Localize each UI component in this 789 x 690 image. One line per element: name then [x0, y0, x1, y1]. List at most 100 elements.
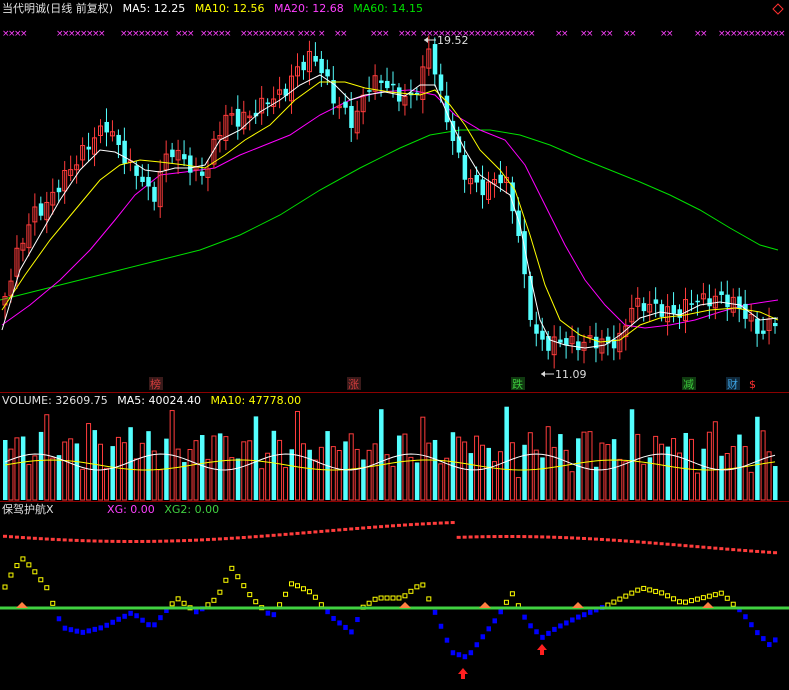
event-marker-zhang[interactable]: 涨	[347, 377, 361, 391]
indicator-signal-triangle	[399, 602, 411, 608]
volume-bar	[748, 471, 754, 501]
indicator-bar	[570, 617, 575, 623]
indicator-bar	[468, 650, 474, 656]
event-marker-label: 减	[683, 378, 694, 391]
indicator-bar	[253, 599, 259, 605]
indicator-bar	[503, 599, 509, 605]
signal-cross-row: ×××× ×××××××× ×××××××× ××× ××××× ××××××××× ×××…	[2, 29, 786, 39]
volume-bar	[229, 457, 235, 501]
indicator-bar	[486, 626, 492, 632]
indicator-bar	[611, 599, 617, 605]
candle-body	[170, 149, 175, 158]
event-marker-bang[interactable]: 榜	[149, 377, 163, 391]
indicator-bar	[706, 593, 712, 599]
cross-mark-icon: ×	[586, 29, 594, 39]
cross-mark-icon: ×	[666, 29, 674, 39]
high-price-label: 19.52	[437, 34, 469, 47]
indicator-bar	[480, 634, 486, 640]
indicator-bar	[50, 600, 56, 606]
volume-bar	[522, 444, 527, 500]
candle-body	[56, 187, 62, 193]
event-marker-die[interactable]: 跌	[511, 377, 525, 391]
indicator-band-segment	[647, 541, 652, 545]
indicator-band-segment	[313, 530, 318, 534]
event-marker-dollar[interactable]: $	[749, 378, 756, 391]
indicator-bar	[647, 587, 653, 593]
candle-body	[188, 155, 193, 173]
indicator-bar	[337, 620, 342, 626]
indicator-band-segment	[355, 526, 360, 530]
indicator-bar	[528, 623, 533, 629]
indicator-bar	[235, 574, 241, 580]
cross-mark-icon: ×	[20, 29, 28, 39]
volume-bar	[766, 451, 772, 501]
candle-body	[265, 102, 271, 105]
indicator-band-segment	[188, 538, 193, 542]
indicator-band-segment	[104, 539, 109, 543]
indicator-bar	[355, 617, 360, 623]
indicator-band-segment	[74, 538, 79, 542]
indicator-band-segment	[492, 535, 497, 539]
indicator-band-segment	[331, 528, 336, 532]
indicator-signal-triangle	[479, 602, 491, 608]
cross-mark-icon: ×	[410, 29, 418, 39]
indicator-band-segment	[498, 535, 503, 539]
diamond-icon[interactable]	[772, 3, 784, 15]
candle-body	[725, 294, 730, 308]
indicator-bar	[509, 591, 515, 597]
indicator-band-segment	[26, 536, 31, 540]
volume-bar	[307, 449, 312, 500]
indicator-signal-triangle	[16, 602, 28, 608]
volume-bar	[497, 451, 503, 501]
indicator-bar	[181, 600, 187, 606]
chart-canvas[interactable]: ×××× ×××××××× ×××××××× ××× ××××× ××××××××× ×××…	[0, 0, 789, 690]
indicator-band-segment	[576, 536, 581, 540]
indicator-band-segment	[56, 538, 61, 542]
indicator-band-segment	[743, 549, 748, 553]
indicator-band-segment	[426, 522, 431, 526]
indicator-bar	[682, 599, 688, 605]
indicator-band-segment	[38, 537, 43, 541]
event-marker-jian[interactable]: 减	[682, 377, 696, 391]
indicator-bar	[20, 556, 26, 562]
cross-mark-icon: ×	[606, 29, 614, 39]
volume-bar	[20, 436, 26, 500]
indicator-bar	[564, 620, 569, 626]
indicator-band-segment	[235, 536, 240, 540]
candle-body	[516, 210, 521, 236]
indicator-band-segment	[593, 537, 598, 541]
candle-body	[325, 69, 330, 77]
ma20-polyline	[1, 89, 779, 329]
volume-bar	[719, 455, 724, 500]
candle-body	[534, 324, 539, 334]
candle-body	[379, 80, 384, 83]
candle-body	[558, 339, 563, 343]
volume-bar	[103, 467, 109, 501]
volume-bar	[379, 409, 384, 500]
indicator-bar	[56, 616, 62, 622]
candle-body	[677, 309, 683, 318]
volume-bar	[755, 416, 760, 500]
cross-mark-icon: ×	[98, 29, 106, 39]
event-marker-cai[interactable]: 财	[726, 377, 740, 391]
event-marker-label: 榜	[150, 377, 161, 391]
candle-body	[152, 186, 157, 202]
cross-mark-icon: ×	[561, 29, 569, 39]
indicator-band-segment	[444, 521, 449, 525]
volume-bar	[372, 443, 378, 501]
indicator-band-segment	[80, 539, 85, 543]
indicator-band-segment	[307, 530, 312, 534]
indicator-band-segment	[391, 524, 395, 528]
indicator-bar	[122, 613, 127, 619]
indicator-band-segment	[456, 535, 461, 539]
candle-body	[743, 303, 748, 319]
candle-body	[695, 300, 700, 303]
cross-mark-icon: ×	[382, 29, 390, 39]
indicator-bar	[247, 592, 253, 598]
volume-bar	[569, 471, 575, 501]
indicator-bar	[629, 590, 635, 596]
indicator-bar	[271, 612, 277, 618]
indicator-band-segment	[140, 539, 145, 543]
candle-body	[773, 322, 778, 327]
volume-bar	[730, 445, 736, 501]
